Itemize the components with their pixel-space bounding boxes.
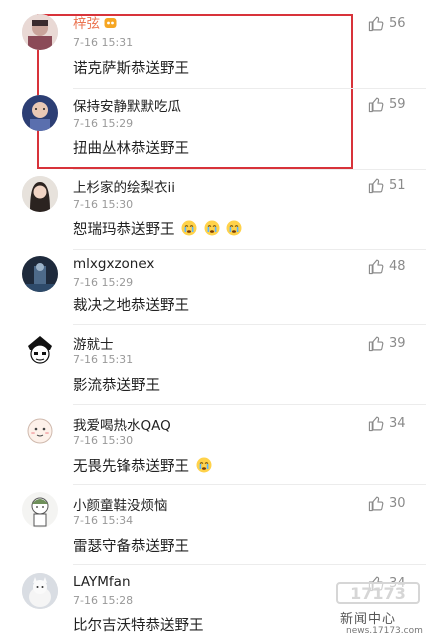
avatar[interactable] <box>22 14 58 50</box>
like-button[interactable]: 39 <box>368 335 406 352</box>
like-button[interactable]: 48 <box>368 258 406 275</box>
like-count: 30 <box>389 496 406 511</box>
comment-time: 7-16 15:31 <box>73 36 134 49</box>
comment-text: 无畏先锋恭送野王 <box>73 455 212 476</box>
comment-text: 影流恭送野王 <box>73 378 160 394</box>
avatar[interactable] <box>22 412 58 448</box>
site-watermark: 17173 新闻中心 news.17173.com <box>336 582 424 638</box>
avatar[interactable] <box>22 256 58 292</box>
comment-text: 裁决之地恭送野王 <box>73 298 189 314</box>
comment-time: 7-16 15:29 <box>73 117 134 130</box>
comment-text: 扭曲丛林恭送野王 <box>73 141 189 157</box>
like-button[interactable]: 56 <box>368 15 406 32</box>
like-button[interactable]: 30 <box>368 495 406 512</box>
avatar[interactable] <box>22 95 58 131</box>
like-count: 51 <box>389 178 406 193</box>
thumbs-up-icon <box>368 16 384 32</box>
divider <box>73 169 426 170</box>
crying-emoji-icon <box>204 220 220 236</box>
crying-emoji-icon <box>181 220 197 236</box>
comment-time: 7-16 15:34 <box>73 514 134 527</box>
divider <box>73 484 426 485</box>
like-button[interactable]: 59 <box>368 96 406 113</box>
comment-time: 7-16 15:30 <box>73 198 134 211</box>
thumbs-up-icon <box>368 336 384 352</box>
divider <box>73 88 426 89</box>
thumbs-up-icon <box>368 496 384 512</box>
thumbs-up-icon <box>368 259 384 275</box>
divider <box>73 324 426 325</box>
username[interactable]: 保持安静默默吃瓜 <box>73 95 181 115</box>
watermark-logo: 17173 <box>336 582 420 604</box>
like-count: 59 <box>389 97 406 112</box>
divider <box>73 564 426 565</box>
thumbs-up-icon <box>368 416 384 432</box>
username[interactable]: mlxgxzonex <box>73 256 154 272</box>
username[interactable]: 上杉家的绘梨衣ii <box>73 176 175 196</box>
watermark-url: news.17173.com <box>346 626 423 636</box>
comment-time: 7-16 15:30 <box>73 434 134 447</box>
divider <box>73 404 426 405</box>
username[interactable]: LAYMfan <box>73 574 131 590</box>
crying-emoji-icon <box>196 457 212 473</box>
comment-time: 7-16 15:29 <box>73 276 134 289</box>
thumbs-up-icon <box>368 178 384 194</box>
like-count: 34 <box>389 416 406 431</box>
comment-text: 比尔吉沃特恭送野王 <box>73 618 204 634</box>
comment-time: 7-16 15:31 <box>73 353 134 366</box>
like-count: 48 <box>389 259 406 274</box>
like-button[interactable]: 51 <box>368 177 406 194</box>
comment-text: 诺克萨斯恭送野王 <box>73 61 189 77</box>
username[interactable]: 梓弦 <box>73 12 117 32</box>
avatar[interactable] <box>22 176 58 212</box>
username[interactable]: 我爱喝热水QAQ <box>73 414 171 434</box>
comment-text: 恕瑞玛恭送野王 <box>73 218 242 239</box>
comment-text: 雷瑟守备恭送野王 <box>73 539 189 555</box>
like-count: 39 <box>389 336 406 351</box>
username[interactable]: 游就士 <box>73 333 114 353</box>
avatar[interactable] <box>22 573 58 609</box>
divider <box>73 249 426 250</box>
username[interactable]: 小颜童鞋没烦恼 <box>73 494 168 514</box>
like-count: 56 <box>389 16 406 31</box>
avatar[interactable] <box>22 492 58 528</box>
avatar[interactable] <box>22 332 58 368</box>
vip-badge-icon <box>104 18 117 28</box>
comment-time: 7-16 15:28 <box>73 594 134 607</box>
thumbs-up-icon <box>368 97 384 113</box>
watermark-title: 新闻中心 <box>340 612 397 627</box>
crying-emoji-icon <box>226 220 242 236</box>
like-button[interactable]: 34 <box>368 415 406 432</box>
